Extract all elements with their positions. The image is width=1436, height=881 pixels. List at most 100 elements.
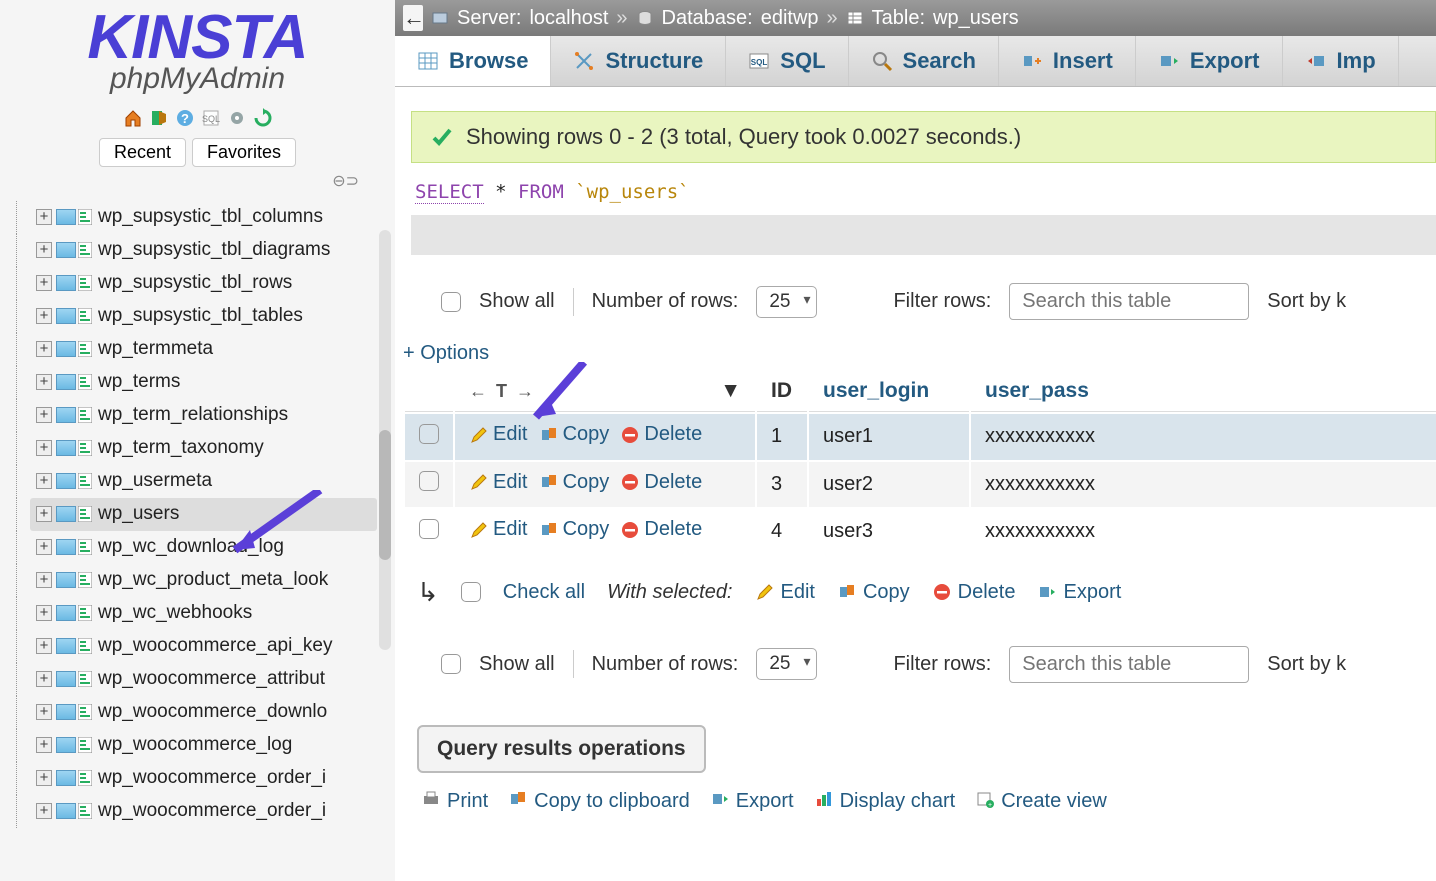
filter-input[interactable] <box>1009 646 1249 683</box>
num-rows-select[interactable]: 25 <box>756 286 817 318</box>
ws-edit[interactable]: Edit <box>755 581 815 604</box>
tree-item[interactable]: +wp_termmeta <box>30 333 395 366</box>
breadcrumb-server[interactable]: localhost <box>529 7 608 30</box>
tree-item[interactable]: +wp_woocommerce_attribut <box>30 663 395 696</box>
tab-search[interactable]: Search <box>849 36 999 86</box>
breadcrumb-table[interactable]: wp_users <box>933 7 1019 30</box>
edit-link[interactable]: Edit <box>469 423 527 446</box>
tree-item[interactable]: +wp_wc_download_log <box>30 531 395 564</box>
edit-link[interactable]: Edit <box>469 471 527 494</box>
expand-icon[interactable]: + <box>36 242 52 258</box>
row-checkbox[interactable] <box>419 519 439 539</box>
tree-item[interactable]: +wp_woocommerce_log <box>30 729 395 762</box>
home-icon[interactable] <box>123 108 143 128</box>
copy-link[interactable]: Copy <box>539 518 610 541</box>
sql-icon[interactable]: SQL <box>201 108 221 128</box>
expand-icon[interactable]: + <box>36 704 52 720</box>
tree-item[interactable]: +wp_woocommerce_order_i <box>30 795 395 828</box>
op-create-view[interactable]: +Create view <box>975 789 1107 815</box>
tree-item[interactable]: +wp_woocommerce_order_i <box>30 762 395 795</box>
show-all-checkbox[interactable] <box>441 292 461 312</box>
expand-icon[interactable]: + <box>36 638 52 654</box>
op-copy-clipboard[interactable]: Copy to clipboard <box>508 789 690 815</box>
expand-icon[interactable]: + <box>36 275 52 291</box>
recent-button[interactable]: Recent <box>99 138 186 167</box>
tree-item[interactable]: +wp_wc_webhooks <box>30 597 395 630</box>
breadcrumb-db[interactable]: editwp <box>761 7 819 30</box>
num-rows-select[interactable]: 25 <box>756 648 817 680</box>
edit-link[interactable]: Edit <box>469 518 527 541</box>
col-user-pass[interactable]: user_pass <box>971 371 1436 412</box>
copy-link[interactable]: Copy <box>539 471 610 494</box>
tab-import[interactable]: Imp <box>1283 36 1399 86</box>
tree-item[interactable]: +wp_supsystic_tbl_tables <box>30 300 395 333</box>
sort-arrows-icon[interactable]: ← T → <box>469 381 536 402</box>
exit-icon[interactable] <box>149 108 169 128</box>
expand-icon[interactable]: + <box>36 374 52 390</box>
tree-item[interactable]: +wp_term_relationships <box>30 399 395 432</box>
gear-icon[interactable] <box>227 108 247 128</box>
options-link[interactable]: + Options <box>395 332 1436 369</box>
show-all-checkbox[interactable] <box>441 654 461 674</box>
filter-input[interactable] <box>1009 283 1249 320</box>
tree-item[interactable]: +wp_wc_product_meta_look <box>30 564 395 597</box>
server-icon <box>431 9 449 27</box>
col-user-login[interactable]: user_login <box>809 371 969 412</box>
check-all-link[interactable]: Check all <box>503 581 585 604</box>
tree-item[interactable]: +wp_woocommerce_downlo <box>30 696 395 729</box>
tree-item[interactable]: +wp_term_taxonomy <box>30 432 395 465</box>
expand-icon[interactable]: + <box>36 440 52 456</box>
expand-icon[interactable]: + <box>36 473 52 489</box>
row-checkbox[interactable] <box>419 424 439 444</box>
back-icon[interactable]: ← <box>403 5 423 31</box>
row-checkbox[interactable] <box>419 471 439 491</box>
tree-item[interactable]: +wp_woocommerce_api_key <box>30 630 395 663</box>
expand-icon[interactable]: + <box>36 572 52 588</box>
op-print[interactable]: Print <box>421 789 488 815</box>
op-export[interactable]: Export <box>710 789 794 815</box>
delete-link[interactable]: Delete <box>620 518 702 541</box>
expand-icon[interactable]: + <box>36 770 52 786</box>
expand-icon[interactable]: + <box>36 803 52 819</box>
expand-icon[interactable]: + <box>36 341 52 357</box>
sidebar-scrollbar[interactable] <box>379 230 391 650</box>
tree-item-wp-users[interactable]: +wp_users <box>30 498 377 531</box>
delete-link[interactable]: Delete <box>620 471 702 494</box>
tab-structure[interactable]: Structure <box>551 36 726 86</box>
expand-icon[interactable]: + <box>36 506 52 522</box>
tab-export[interactable]: Export <box>1136 36 1283 86</box>
tab-sql[interactable]: SQLSQL <box>726 36 848 86</box>
col-id[interactable]: ID <box>757 371 807 412</box>
ws-copy[interactable]: Copy <box>837 581 910 604</box>
ws-delete[interactable]: Delete <box>932 581 1016 604</box>
check-all-checkbox[interactable] <box>461 582 481 602</box>
collapse-icon[interactable]: ⊖⊃ <box>0 167 395 195</box>
ws-export[interactable]: Export <box>1037 581 1121 604</box>
expand-icon[interactable]: + <box>36 407 52 423</box>
table-row[interactable]: Edit Copy Delete 4 user3 xxxxxxxxxxx <box>405 509 1436 555</box>
table-icon <box>78 407 92 423</box>
expand-icon[interactable]: + <box>36 539 52 555</box>
delete-link[interactable]: Delete <box>620 423 702 446</box>
table-row[interactable]: Edit Copy Delete 3 user2 xxxxxxxxxxx <box>405 462 1436 508</box>
tab-insert[interactable]: Insert <box>999 36 1136 86</box>
tree-item[interactable]: +wp_supsystic_tbl_rows <box>30 267 395 300</box>
sort-dropdown-icon[interactable]: ▼ <box>720 379 741 403</box>
expand-icon[interactable]: + <box>36 209 52 225</box>
expand-icon[interactable]: + <box>36 737 52 753</box>
tree-item[interactable]: +wp_supsystic_tbl_diagrams <box>30 234 395 267</box>
help-icon[interactable]: ? <box>175 108 195 128</box>
expand-icon[interactable]: + <box>36 605 52 621</box>
expand-icon[interactable]: + <box>36 671 52 687</box>
table-row[interactable]: Edit Copy Delete 1 user1 xxxxxxxxxxx <box>405 414 1436 460</box>
tree-item[interactable]: +wp_terms <box>30 366 395 399</box>
reload-icon[interactable] <box>253 108 273 128</box>
expand-icon[interactable]: + <box>36 308 52 324</box>
tab-browse[interactable]: Browse <box>395 36 551 86</box>
tree-item[interactable]: +wp_supsystic_tbl_columns <box>30 201 395 234</box>
op-display-chart[interactable]: Display chart <box>814 789 956 815</box>
scroll-thumb[interactable] <box>379 430 391 560</box>
copy-link[interactable]: Copy <box>539 423 610 446</box>
favorites-button[interactable]: Favorites <box>192 138 296 167</box>
tree-item[interactable]: +wp_usermeta <box>30 465 395 498</box>
